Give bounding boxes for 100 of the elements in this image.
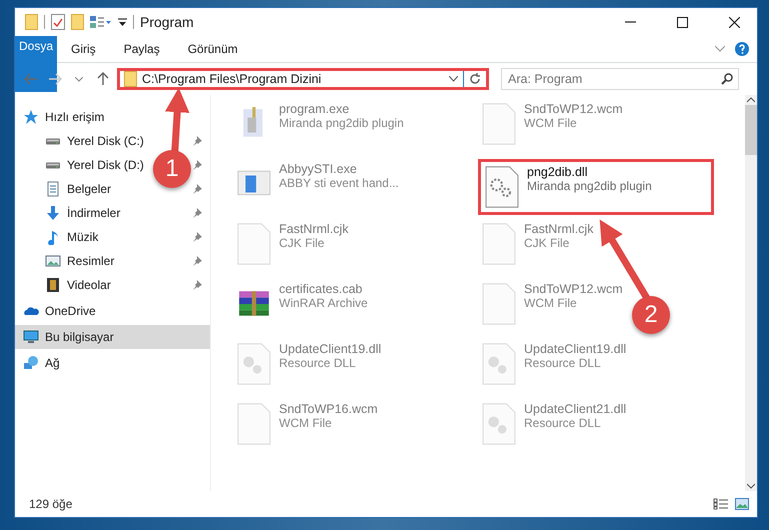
sidebar-item[interactable]: Müzik: [37, 225, 102, 249]
gears-document-icon: [485, 165, 519, 209]
file-name: FastNrml.cjk: [279, 222, 348, 236]
file-description: CJK File: [524, 236, 570, 250]
sidebar-item[interactable]: Bu bilgisayar: [15, 325, 210, 349]
file-description: Resource DLL: [524, 416, 602, 430]
file-name: AbbyySTI.exe: [279, 162, 358, 176]
properties-icon[interactable]: [90, 15, 112, 29]
new-folder-icon: [71, 14, 84, 30]
gears-document-icon: [482, 342, 516, 386]
pin-icon[interactable]: [192, 256, 202, 266]
document-icon: [237, 402, 271, 446]
forward-arrow-icon[interactable]: [48, 73, 62, 85]
pin-icon[interactable]: [192, 160, 202, 170]
ribbon-tab[interactable]: Giriş: [57, 36, 110, 62]
document-icon: [482, 282, 516, 326]
file-item[interactable]: SndToWP16.wcm WCM File: [233, 399, 382, 455]
sidebar-item[interactable]: Ağ: [15, 351, 210, 375]
pin-icon[interactable]: [192, 136, 202, 146]
refresh-icon[interactable]: [469, 73, 481, 85]
picture-icon: [45, 253, 61, 269]
close-icon[interactable]: [728, 16, 740, 28]
sidebar-item[interactable]: OneDrive: [15, 299, 210, 323]
file-item[interactable]: png2dib.dll Miranda png2dib plugin: [478, 159, 714, 215]
document-icon: [45, 181, 61, 197]
file-item[interactable]: program.exe Miranda png2dib plugin: [233, 99, 408, 155]
file-description: WCM File: [524, 116, 578, 130]
drive-icon: [45, 162, 61, 168]
up-arrow-icon[interactable]: [97, 72, 109, 86]
checklist-icon[interactable]: [51, 14, 65, 30]
file-item[interactable]: FastNrml.cjk CJK File: [478, 219, 598, 275]
address-bar[interactable]: C:\Program Files\Program Dizini: [117, 68, 489, 90]
file-name: program.exe: [279, 102, 350, 116]
expand-ribbon-icon[interactable]: [715, 46, 725, 52]
sidebar-item[interactable]: Yerel Disk (D:): [37, 153, 148, 177]
document-icon: [482, 222, 516, 266]
file-description: CJK File: [279, 236, 326, 250]
file-description: WCM File: [524, 296, 578, 310]
file-name: SndToWP16.wcm: [279, 402, 378, 416]
scrollbar[interactable]: [745, 95, 757, 491]
ribbon-tab[interactable]: Paylaş: [110, 36, 174, 62]
file-description: Miranda png2dib plugin: [527, 179, 652, 193]
chevron-down-icon[interactable]: [75, 76, 83, 82]
details-view-icon[interactable]: [713, 498, 729, 510]
document-icon: [237, 222, 271, 266]
file-item[interactable]: UpdateClient21.dll Resource DLL: [478, 399, 630, 455]
sidebar-item[interactable]: İndirmeler: [37, 201, 124, 225]
sidebar-item[interactable]: Videolar: [37, 273, 115, 297]
star-icon: [23, 109, 39, 125]
film-icon: [45, 277, 61, 293]
network-icon: [23, 355, 39, 371]
file-item[interactable]: SndToWP12.wcm WCM File: [478, 99, 627, 155]
file-description: ABBY sti event hand...: [279, 176, 399, 190]
file-name: SndToWP12.wcm: [524, 102, 623, 116]
file-name: certificates.cab: [279, 282, 364, 296]
large-icons-view-icon[interactable]: [735, 498, 749, 510]
file-description: WinRAR Archive: [279, 296, 368, 310]
maximize-icon[interactable]: [676, 16, 688, 28]
search-icon: [721, 73, 733, 85]
folder-icon: [124, 71, 137, 87]
sidebar-item[interactable]: Resimler: [37, 249, 118, 273]
file-item[interactable]: SndToWP12.wcm WCM File: [478, 279, 627, 335]
document-icon: [482, 102, 516, 146]
file-name: UpdateClient19.dll: [524, 342, 626, 356]
file-name: UpdateClient21.dll: [524, 402, 626, 416]
file-description: Resource DLL: [524, 356, 602, 370]
gears-document-icon: [237, 342, 271, 386]
sidebar-item[interactable]: Belgeler: [37, 177, 116, 201]
sidebar-item[interactable]: Hızlı erişim: [15, 105, 210, 129]
sidebar-item[interactable]: Yerel Disk (C:): [37, 129, 148, 153]
file-name: UpdateClient19.dll: [279, 342, 382, 356]
download-icon: [45, 205, 61, 221]
scrollbar-thumb[interactable]: [745, 105, 757, 155]
window-title: Program: [140, 14, 194, 30]
search-field[interactable]: Ara: Program: [501, 68, 739, 90]
pin-icon[interactable]: [192, 208, 202, 218]
file-item[interactable]: AbbyySTI.exe ABBY sti event hand...: [233, 159, 403, 215]
file-item[interactable]: certificates.cab WinRAR Archive: [233, 279, 372, 335]
file-name: SndToWP12.wcm: [524, 282, 623, 296]
drive-icon: [45, 138, 61, 144]
scroll-up-icon[interactable]: [747, 95, 755, 105]
scroll-down-icon[interactable]: [747, 481, 755, 491]
help-icon[interactable]: [735, 42, 749, 56]
file-item[interactable]: UpdateClient19.dll Resource DLL: [233, 339, 386, 395]
pin-icon[interactable]: [192, 184, 202, 194]
pin-icon[interactable]: [192, 280, 202, 290]
pin-icon[interactable]: [192, 232, 202, 242]
file-item[interactable]: FastNrml.cjk CJK File: [233, 219, 352, 275]
ribbon-tab[interactable]: Görünüm: [174, 36, 252, 62]
file-description: WCM File: [279, 416, 333, 430]
file-item[interactable]: UpdateClient19.dll Resource DLL: [478, 339, 630, 395]
gears-document-icon: [482, 402, 516, 446]
file-name: FastNrml.cjk: [524, 222, 594, 236]
minimize-icon[interactable]: [624, 21, 636, 23]
file-description: Miranda png2dib plugin: [279, 116, 404, 130]
file-name: png2dib.dll: [527, 165, 588, 179]
dropdown-caret-icon[interactable]: [449, 76, 458, 82]
file-description: Resource DLL: [279, 356, 357, 370]
dropdown-caret-icon[interactable]: [118, 18, 127, 26]
item-count: 129 öğe: [29, 497, 72, 511]
